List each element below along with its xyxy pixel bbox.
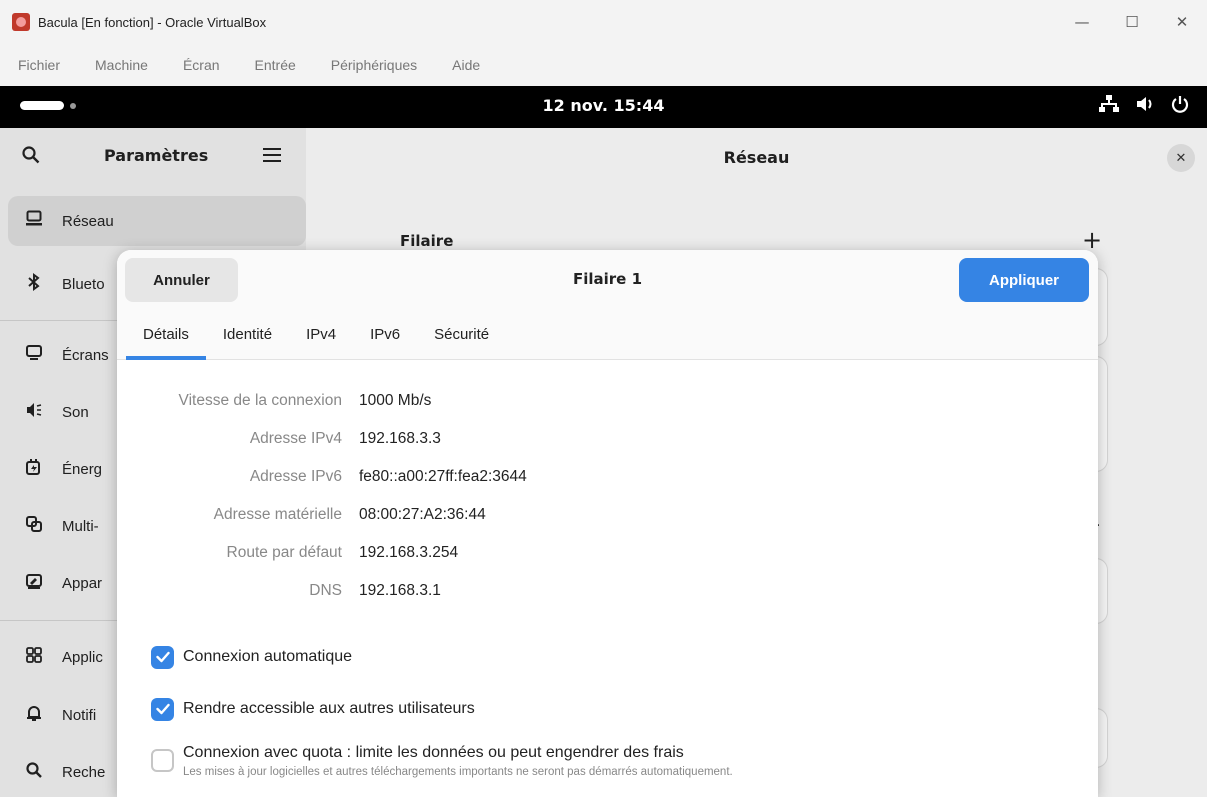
gnome-top-bar: 12 nov. 15:44 — [0, 86, 1207, 128]
detail-value: 192.168.3.254 — [359, 544, 459, 561]
checkmark-icon — [155, 651, 170, 663]
detail-value: 192.168.3.3 — [359, 430, 441, 447]
menu-fichier[interactable]: Fichier — [18, 57, 60, 73]
detail-value: fe80::a00:27ff:fea2:3644 — [359, 468, 527, 485]
checkmark-icon — [155, 703, 170, 715]
detail-value: 1000 Mb/s — [359, 392, 432, 409]
tab-identite[interactable]: Identité — [206, 312, 289, 360]
share-users-label: Rendre accessible aux autres utilisateur… — [183, 700, 475, 717]
tab-securite[interactable]: Sécurité — [417, 312, 506, 360]
dialog-header: Annuler Filaire 1 Appliquer Détails Iden… — [117, 250, 1098, 360]
menu-ecran[interactable]: Écran — [183, 57, 220, 73]
menu-peripheriques[interactable]: Périphériques — [331, 57, 417, 73]
menu-entree[interactable]: Entrée — [255, 57, 296, 73]
tab-details[interactable]: Détails — [126, 312, 206, 360]
checkbox-checked[interactable] — [151, 645, 174, 669]
apply-button[interactable]: Appliquer — [959, 258, 1089, 302]
tab-ipv6[interactable]: IPv6 — [353, 312, 417, 360]
volume-icon — [1135, 95, 1155, 118]
detail-key: Adresse IPv4 — [249, 430, 342, 447]
dialog-title: Filaire 1 — [572, 270, 643, 288]
detail-row-ipv6: Adresse IPv6 fe80::a00:27ff:fea2:3644 — [117, 463, 1098, 493]
window-titlebar: Bacula [En fonction] - Oracle VirtualBox… — [0, 0, 1207, 44]
network-wired-icon — [1099, 95, 1119, 118]
detail-row-mac: Adresse matérielle 08:00:27:A2:36:44 — [117, 501, 1098, 531]
virtualbox-app-icon — [12, 13, 30, 31]
detail-key: Route par défaut — [226, 544, 342, 561]
menu-machine[interactable]: Machine — [95, 57, 148, 73]
cancel-button[interactable]: Annuler — [125, 258, 238, 302]
auto-connect-label: Connexion automatique — [183, 648, 353, 665]
window-title: Bacula [En fonction] - Oracle VirtualBox — [38, 14, 267, 30]
detail-value: 192.168.3.1 — [359, 582, 441, 599]
metered-sublabel: Les mises à jour logicielles et autres t… — [183, 766, 733, 778]
menu-aide[interactable]: Aide — [452, 57, 480, 73]
detail-row-dns: DNS 192.168.3.1 — [117, 577, 1098, 607]
power-menu-icon — [1171, 95, 1189, 118]
vm-menubar: Fichier Machine Écran Entrée Périphériqu… — [0, 44, 1207, 86]
checkbox-unchecked[interactable] — [151, 748, 174, 772]
minimize-button[interactable]: — — [1057, 0, 1107, 44]
metered-label: Connexion avec quota : limite les donnée… — [183, 744, 684, 761]
window-controls: — ☐ ✕ — [1057, 0, 1207, 44]
connection-dialog: Annuler Filaire 1 Appliquer Détails Iden… — [117, 250, 1098, 797]
share-users-checkbox[interactable]: Rendre accessible aux autres utilisateur… — [151, 693, 475, 725]
auto-connect-checkbox[interactable]: Connexion automatique — [151, 641, 352, 673]
close-window-button[interactable]: ✕ — [1157, 0, 1207, 44]
clock[interactable]: 12 nov. 15:44 — [0, 96, 1207, 115]
detail-row-route: Route par défaut 192.168.3.254 — [117, 539, 1098, 569]
checkbox-checked[interactable] — [151, 697, 174, 721]
tab-ipv4[interactable]: IPv4 — [289, 312, 353, 360]
detail-key: Adresse matérielle — [213, 506, 342, 523]
detail-key: Vitesse de la connexion — [178, 392, 342, 409]
detail-value: 08:00:27:A2:36:44 — [359, 506, 486, 523]
detail-row-ipv4: Adresse IPv4 192.168.3.3 — [117, 425, 1098, 455]
detail-key: Adresse IPv6 — [249, 468, 342, 485]
detail-key: DNS — [309, 582, 342, 599]
detail-row-speed: Vitesse de la connexion 1000 Mb/s — [117, 387, 1098, 417]
dialog-tabs: Détails Identité IPv4 IPv6 Sécurité — [126, 312, 506, 360]
maximize-button[interactable]: ☐ — [1107, 0, 1157, 44]
system-tray[interactable] — [1099, 95, 1189, 118]
